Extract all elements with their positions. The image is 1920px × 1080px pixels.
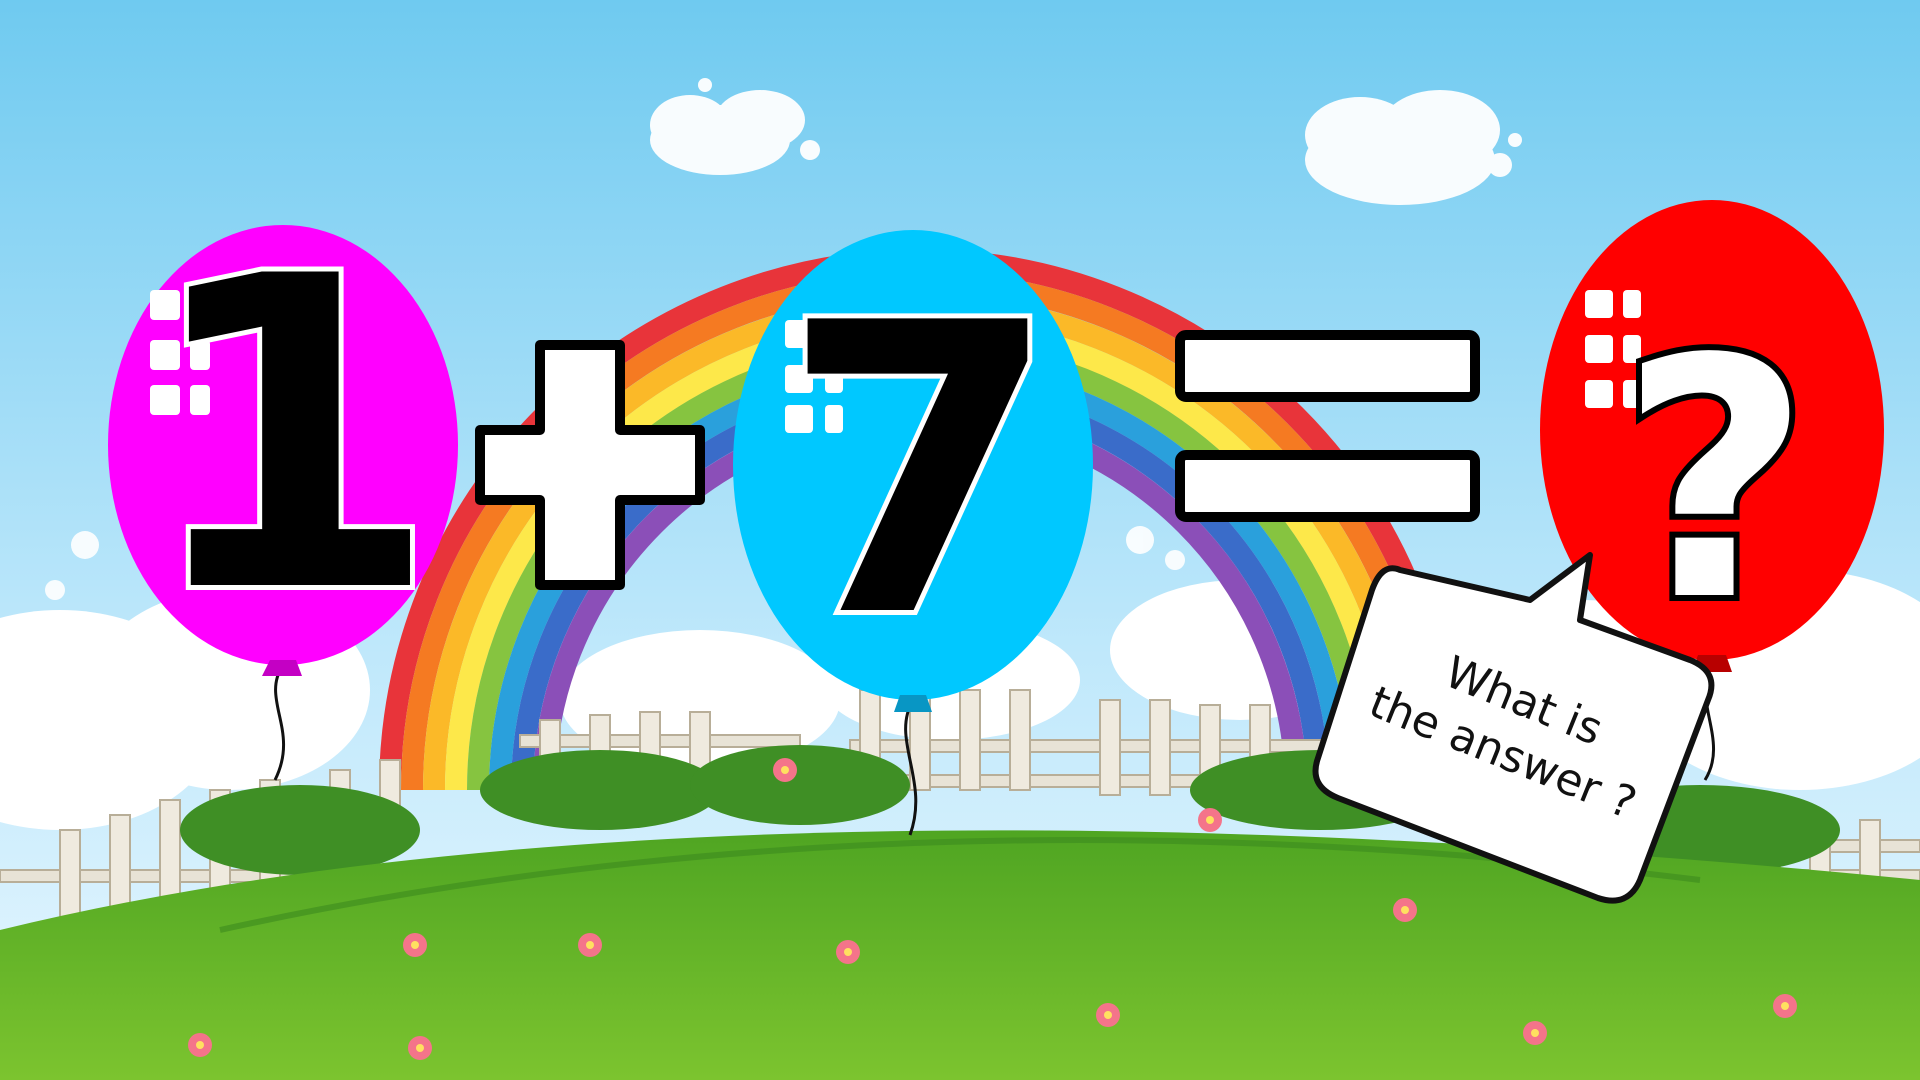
game-scene: 1 7 ? What is the answer ? [0,0,1920,1080]
answer-question-mark: ? [1619,289,1810,673]
first-number: 1 [140,187,439,687]
second-number: 7 [781,240,1059,705]
